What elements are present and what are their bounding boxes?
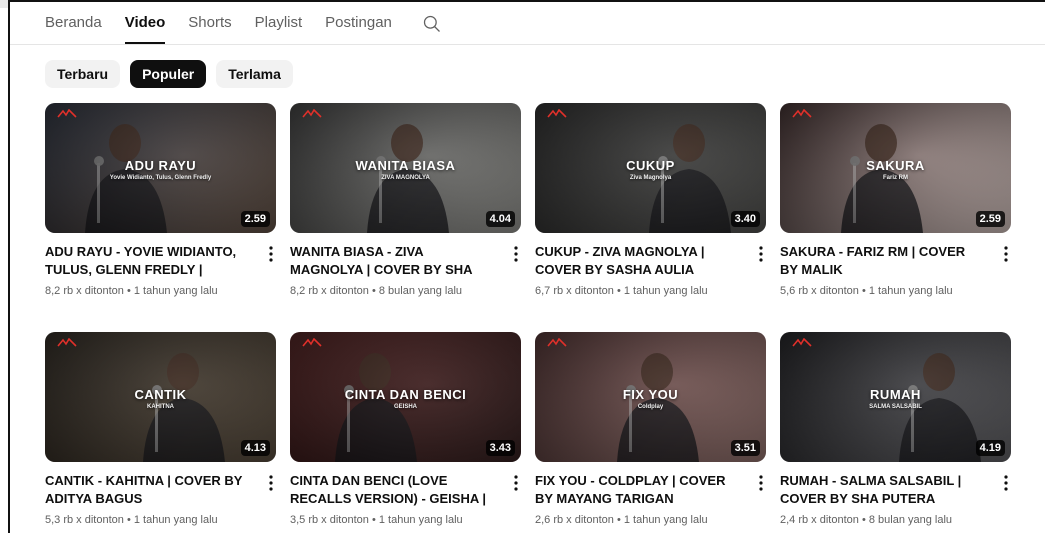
chip-terlama[interactable]: Terlama <box>216 60 293 88</box>
channel-tabs: Beranda Video Shorts Playlist Postingan <box>45 6 442 44</box>
video-stats: 5,6 rb x ditonton • 1 tahun yang lalu <box>780 285 953 297</box>
channel-logo-icon <box>57 338 77 347</box>
video-stats: 6,7 rb x ditonton • 1 tahun yang lalu <box>535 285 708 297</box>
video-title[interactable]: ADU RAYU - YOVIE WIDIANTO, TULUS, GLENN … <box>45 243 250 279</box>
video-meta: FIX YOU - COLDPLAY | COVER BY MAYANG TAR… <box>535 472 766 526</box>
more-vert-icon[interactable] <box>756 474 766 492</box>
thumbnail-title: SAKURA <box>866 158 925 173</box>
duration-badge: 3.43 <box>485 440 515 456</box>
more-vert-icon[interactable] <box>511 474 521 492</box>
video-thumbnail[interactable]: RUMAH SALMA SALSABIL 4.19 <box>780 332 1011 462</box>
thumbnail-subtitle: Yovie Widianto, Tulus, Glenn Fredly <box>109 175 212 181</box>
video-thumbnail[interactable]: CUKUP Ziva Magnolya 3.40 <box>535 103 766 233</box>
thumbnail-title: RUMAH <box>870 387 921 402</box>
video-title[interactable]: WANITA BIASA - ZIVA MAGNOLYA | COVER BY … <box>290 243 495 279</box>
thumbnail-title: ADU RAYU <box>124 158 197 173</box>
duration-badge: 2.59 <box>240 211 270 227</box>
video-meta: ADU RAYU - YOVIE WIDIANTO, TULUS, GLENN … <box>45 243 276 297</box>
duration-badge: 2.59 <box>975 211 1005 227</box>
duration-badge: 4.13 <box>240 440 270 456</box>
video-title[interactable]: SAKURA - FARIZ RM | COVER BY MALIK <box>780 243 985 279</box>
thumbnail-subtitle: ZIVA MAGNOLYA <box>381 175 430 181</box>
channel-logo-icon <box>792 338 812 347</box>
thumbnail-title: CANTIK <box>134 387 187 402</box>
video-card[interactable]: CINTA DAN BENCI GEISHA 3.43 CINTA DAN BENCI… <box>290 332 521 535</box>
channel-logo-icon <box>547 109 567 118</box>
duration-badge: 3.40 <box>730 211 760 227</box>
video-card[interactable]: ADU RAYU Yovie Widianto, Tulus, Glenn Fre… <box>45 103 276 332</box>
video-card[interactable]: SAKURA Fariz RM 2.59 SAKURA - FARIZ RM | CO… <box>780 103 1011 332</box>
channel-logo-icon <box>547 338 567 347</box>
video-title[interactable]: CANTIK - KAHITNA | COVER BY ADITYA BAGUS <box>45 472 250 508</box>
thumbnail-subtitle: GEISHA <box>393 404 417 410</box>
tab-beranda[interactable]: Beranda <box>45 6 102 44</box>
video-meta: SAKURA - FARIZ RM | COVER BY MALIK 5,6 rb… <box>780 243 1011 297</box>
video-stats: 5,3 rb x ditonton • 1 tahun yang lalu <box>45 514 218 526</box>
thumbnail-subtitle: SALMA SALSABIL <box>869 404 922 410</box>
video-stats: 2,6 rb x ditonton • 1 tahun yang lalu <box>535 514 708 526</box>
tab-video[interactable]: Video <box>124 6 165 44</box>
duration-badge: 4.19 <box>975 440 1005 456</box>
video-meta: WANITA BIASA - ZIVA MAGNOLYA | COVER BY … <box>290 243 521 297</box>
tab-postingan[interactable]: Postingan <box>325 6 392 44</box>
channel-logo-icon <box>57 109 77 118</box>
video-title[interactable]: RUMAH - SALMA SALSABIL | COVER BY SHA PU… <box>780 472 985 508</box>
video-meta: CUKUP - ZIVA MAGNOLYA | COVER BY SASHA A… <box>535 243 766 297</box>
thumbnail-subtitle: Ziva Magnolya <box>629 175 672 181</box>
tabs-divider <box>10 44 1045 45</box>
video-title[interactable]: FIX YOU - COLDPLAY | COVER BY MAYANG TAR… <box>535 472 740 508</box>
video-card[interactable]: WANITA BIASA ZIVA MAGNOLYA 4.04 WANITA BIAS… <box>290 103 521 332</box>
thumbnail-title: CINTA DAN BENCI <box>344 387 467 402</box>
tab-playlist[interactable]: Playlist <box>255 6 303 44</box>
video-grid: ADU RAYU Yovie Widianto, Tulus, Glenn Fre… <box>45 103 1011 535</box>
video-thumbnail[interactable]: WANITA BIASA ZIVA MAGNOLYA 4.04 <box>290 103 521 233</box>
thumbnail-subtitle: KAHITNA <box>147 404 174 410</box>
chip-terbaru[interactable]: Terbaru <box>45 60 121 88</box>
video-meta: RUMAH - SALMA SALSABIL | COVER BY SHA PU… <box>780 472 1011 526</box>
thumbnail-title: WANITA BIASA <box>355 158 456 173</box>
video-card[interactable]: FIX YOU Coldplay 3.51 FIX YOU - COLDPLAY | … <box>535 332 766 535</box>
channel-logo-icon <box>302 109 322 118</box>
duration-badge: 4.04 <box>485 211 515 227</box>
more-vert-icon[interactable] <box>1001 474 1011 492</box>
video-meta: CINTA DAN BENCI (LOVE RECALLS VERSION) -… <box>290 472 521 526</box>
video-card[interactable]: RUMAH SALMA SALSABIL 4.19 RUMAH - SALMA SAL… <box>780 332 1011 535</box>
channel-logo-icon <box>302 338 322 347</box>
video-thumbnail[interactable]: SAKURA Fariz RM 2.59 <box>780 103 1011 233</box>
channel-logo-icon <box>792 109 812 118</box>
video-thumbnail[interactable]: CINTA DAN BENCI GEISHA 3.43 <box>290 332 521 462</box>
more-vert-icon[interactable] <box>266 474 276 492</box>
video-thumbnail[interactable]: ADU RAYU Yovie Widianto, Tulus, Glenn Fre… <box>45 103 276 233</box>
thumbnail-subtitle: Fariz RM <box>882 175 908 181</box>
thumbnail-subtitle: Coldplay <box>637 404 664 410</box>
thumbnail-title: FIX YOU <box>622 387 679 402</box>
thumbnail-title: CUKUP <box>626 158 675 173</box>
video-thumbnail[interactable]: CANTIK KAHITNA 4.13 <box>45 332 276 462</box>
more-vert-icon[interactable] <box>756 245 766 263</box>
video-meta: CANTIK - KAHITNA | COVER BY ADITYA BAGUS… <box>45 472 276 526</box>
video-stats: 8,2 rb x ditonton • 8 bulan yang lalu <box>290 285 463 297</box>
tab-shorts[interactable]: Shorts <box>188 6 231 44</box>
duration-badge: 3.51 <box>730 440 760 456</box>
video-stats: 2,4 rb x ditonton • 8 bulan yang lalu <box>780 514 953 526</box>
video-card[interactable]: CANTIK KAHITNA 4.13 CANTIK - KAHITNA | COVE… <box>45 332 276 535</box>
video-card[interactable]: CUKUP Ziva Magnolya 3.40 CUKUP - ZIVA MAGNO… <box>535 103 766 332</box>
video-stats: 8,2 rb x ditonton • 1 tahun yang lalu <box>45 285 218 297</box>
chip-populer[interactable]: Populer <box>130 60 207 88</box>
video-title[interactable]: CUKUP - ZIVA MAGNOLYA | COVER BY SASHA A… <box>535 243 740 279</box>
sort-chips: Terbaru Populer Terlama <box>45 60 293 88</box>
more-vert-icon[interactable] <box>266 245 276 263</box>
video-title[interactable]: CINTA DAN BENCI (LOVE RECALLS VERSION) -… <box>290 472 495 508</box>
video-stats: 3,5 rb x ditonton • 1 tahun yang lalu <box>290 514 463 526</box>
more-vert-icon[interactable] <box>1001 245 1011 263</box>
video-thumbnail[interactable]: FIX YOU Coldplay 3.51 <box>535 332 766 462</box>
more-vert-icon[interactable] <box>511 245 521 263</box>
search-icon[interactable] <box>422 14 442 34</box>
